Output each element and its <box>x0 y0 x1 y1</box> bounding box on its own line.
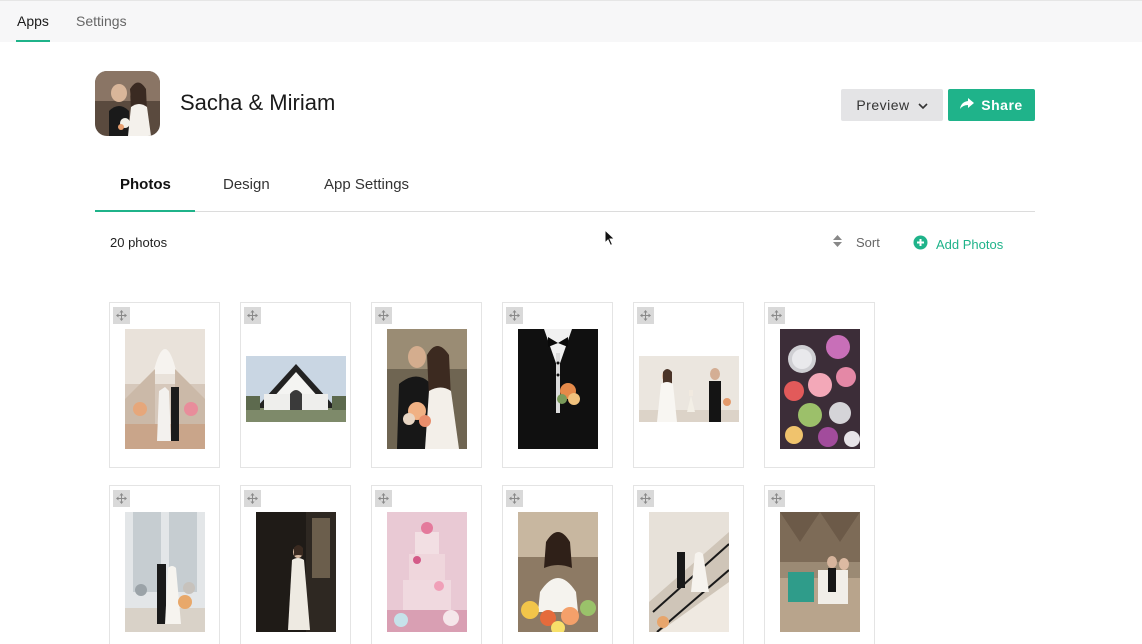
drag-handle-icon[interactable] <box>637 307 654 324</box>
drag-handle-icon[interactable] <box>506 490 523 507</box>
drag-handle-icon[interactable] <box>768 490 785 507</box>
photo-card[interactable] <box>502 485 613 644</box>
add-photos-button[interactable]: Add Photos <box>913 235 1003 253</box>
photo-thumbnail <box>125 329 205 449</box>
nav-tab-apps[interactable]: Apps <box>17 13 49 29</box>
sort-button[interactable]: Sort <box>833 235 880 250</box>
drag-handle-icon[interactable] <box>244 307 261 324</box>
photo-card[interactable] <box>633 485 744 644</box>
photo-card[interactable] <box>109 485 220 644</box>
photo-card[interactable] <box>240 302 351 468</box>
tab-photos[interactable]: Photos <box>120 176 171 193</box>
mouse-cursor-icon <box>604 228 616 252</box>
photo-thumbnail <box>780 329 860 449</box>
photo-card[interactable] <box>502 302 613 468</box>
share-icon <box>960 97 975 113</box>
chevron-down-icon <box>918 97 928 113</box>
drag-handle-icon[interactable] <box>375 307 392 324</box>
tab-design[interactable]: Design <box>223 176 270 193</box>
drag-handle-icon[interactable] <box>244 490 261 507</box>
photo-card[interactable] <box>371 485 482 644</box>
photo-thumbnail <box>387 329 467 449</box>
photo-thumbnail <box>387 512 467 632</box>
photo-count: 20 photos <box>110 235 168 250</box>
drag-handle-icon[interactable] <box>113 307 130 324</box>
photo-thumbnail <box>256 512 336 632</box>
photo-card[interactable] <box>240 485 351 644</box>
drag-handle-icon[interactable] <box>113 490 130 507</box>
add-photos-label: Add Photos <box>936 236 1004 252</box>
photo-thumbnail <box>518 512 598 632</box>
photo-thumbnail <box>649 512 729 632</box>
drag-handle-icon[interactable] <box>375 490 392 507</box>
nav-active-indicator <box>16 40 50 42</box>
photo-card[interactable] <box>764 485 875 644</box>
app-avatar <box>95 71 160 136</box>
photo-thumbnail <box>125 512 205 632</box>
drag-handle-icon[interactable] <box>637 490 654 507</box>
tab-active-indicator <box>95 210 195 212</box>
photo-card[interactable] <box>764 302 875 468</box>
photo-thumbnail <box>518 329 598 449</box>
photo-thumbnail <box>780 512 860 632</box>
photo-card[interactable] <box>371 302 482 468</box>
sort-label: Sort <box>856 235 880 250</box>
app-tabs: Photos Design App Settings <box>95 170 1035 212</box>
share-label: Share <box>981 97 1023 113</box>
nav-tab-settings[interactable]: Settings <box>76 13 127 29</box>
app-title: Sacha & Miriam <box>180 90 336 115</box>
sort-icon <box>833 235 842 250</box>
tab-app-settings[interactable]: App Settings <box>324 176 409 193</box>
preview-button[interactable]: Preview <box>841 89 943 121</box>
drag-handle-icon[interactable] <box>768 307 785 324</box>
photo-thumbnail <box>246 356 346 422</box>
preview-label: Preview <box>856 97 910 113</box>
drag-handle-icon[interactable] <box>506 307 523 324</box>
photo-card[interactable] <box>109 302 220 468</box>
photo-thumbnail <box>639 356 739 422</box>
top-nav: Apps Settings <box>0 0 1142 42</box>
photo-card[interactable] <box>633 302 744 468</box>
plus-circle-icon <box>913 235 928 253</box>
share-button[interactable]: Share <box>948 89 1035 121</box>
